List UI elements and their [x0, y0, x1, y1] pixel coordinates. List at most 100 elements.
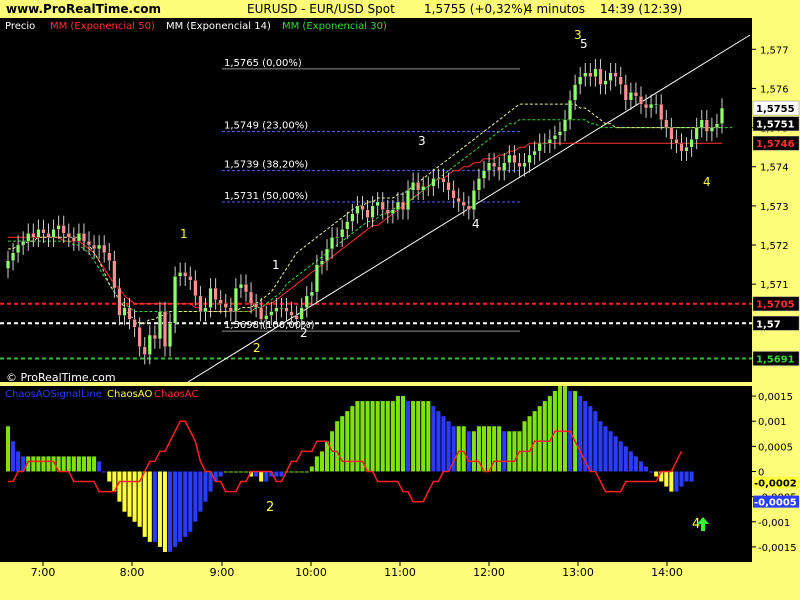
ao-bar: [233, 471, 238, 473]
candle: [487, 162, 491, 171]
y-tick-label: 1,577: [760, 45, 789, 56]
ao-bar: [97, 461, 102, 472]
ao-bar: [674, 471, 679, 492]
candle: [41, 229, 46, 234]
time-axis[interactable]: 7:00 8:00 9:00 10:00 11:00 12:00 13:00 14:00: [31, 562, 683, 579]
ao-bar: [345, 411, 350, 472]
chart-canvas[interactable]: 1,5765 (0,00%) 1,5749 (23,00%) 1,5739 (38,…: [0, 0, 800, 600]
candle: [441, 178, 446, 183]
wave-label: 2: [300, 326, 308, 340]
candle: [142, 346, 147, 355]
candle: [679, 143, 684, 152]
ao-bar: [319, 451, 324, 472]
ao-bar: [370, 401, 375, 472]
ao-bar: [623, 446, 628, 472]
candle: [588, 72, 593, 77]
candle: [456, 197, 461, 203]
candle: [593, 68, 598, 77]
candle: [193, 280, 198, 297]
candle: [466, 205, 471, 210]
ao-bar: [178, 471, 183, 542]
candle: [563, 119, 567, 132]
ao-bar: [183, 471, 188, 537]
legend-item: Precio: [5, 21, 35, 32]
candle: [6, 260, 10, 269]
candle: [132, 319, 137, 328]
candle: [659, 103, 664, 120]
candle: [173, 276, 178, 324]
candle: [264, 315, 269, 320]
ao-bar: [416, 401, 421, 472]
candle: [36, 229, 41, 238]
candle: [325, 248, 329, 261]
ao-bar: [603, 426, 608, 472]
candle: [289, 311, 294, 316]
ao-bar: [107, 471, 112, 482]
ao-bar: [162, 471, 168, 552]
fib-label: 1,5731 (50,00%): [224, 191, 308, 202]
legend-item: MM (Exponencial 50): [50, 21, 155, 32]
ao-bar: [365, 401, 370, 472]
ao-bar: [41, 456, 46, 472]
ao-bar: [441, 416, 446, 472]
x-tick-label: 13:00: [562, 566, 594, 579]
oscillator-axis[interactable]: 0,00150,0010,00050-0,0005-0,001-0,0015-0…: [752, 392, 799, 554]
ao-bar: [385, 401, 390, 472]
ao-bar: [193, 471, 198, 522]
candle: [603, 80, 608, 85]
ao-bar: [173, 471, 178, 547]
ao-bar: [507, 431, 512, 472]
ao-bar: [644, 466, 649, 472]
ao-bar: [5, 426, 11, 472]
ao-bar: [223, 471, 228, 473]
candle: [497, 166, 502, 171]
wave-label: 2: [253, 341, 261, 355]
wave-label: 4: [703, 175, 711, 189]
candle: [512, 154, 517, 163]
price-axis[interactable]: 1,5771,5761,5751,5741,5731,5721,5711,575…: [752, 45, 800, 366]
candle: [239, 284, 243, 289]
y-tick-label: 0,0015: [758, 392, 793, 403]
ao-bar: [66, 456, 71, 472]
legend-item: MM (Exponencial 30): [282, 21, 387, 32]
candle: [61, 225, 66, 234]
candle: [299, 307, 304, 320]
x-tick-label: 11:00: [384, 566, 416, 579]
ao-bar: [395, 396, 400, 472]
ao-bar: [446, 421, 451, 472]
candle: [56, 225, 61, 230]
ao-bar: [243, 471, 249, 473]
ao-bar: [335, 421, 340, 472]
candle: [421, 186, 426, 191]
ao-bar: [684, 471, 689, 482]
candle: [689, 139, 694, 148]
candle: [97, 244, 102, 250]
ao-bar: [340, 416, 345, 472]
ao-bar: [633, 456, 638, 472]
candle: [163, 311, 167, 347]
ao-bar: [127, 471, 132, 517]
ao-bar: [117, 471, 122, 502]
ao-bar: [654, 471, 659, 477]
ao-bar: [92, 456, 97, 472]
ao-bar: [218, 471, 223, 477]
candle: [720, 107, 724, 124]
candle: [623, 84, 628, 101]
ao-bar: [299, 471, 304, 473]
candle: [654, 103, 659, 106]
candle: [274, 307, 279, 312]
candle: [395, 201, 400, 210]
ao-bar: [71, 456, 76, 472]
y-tick-label: 0,001: [758, 417, 787, 428]
candle: [208, 287, 213, 308]
candle: [330, 237, 335, 250]
ao-bar: [238, 471, 243, 473]
candle: [618, 76, 623, 85]
x-tick-label: 14:00: [651, 566, 683, 579]
candle: [102, 244, 107, 253]
ao-bar: [198, 471, 203, 512]
candle: [350, 213, 355, 222]
ao-bar: [588, 406, 593, 472]
candle: [213, 287, 218, 300]
candle: [482, 170, 486, 179]
